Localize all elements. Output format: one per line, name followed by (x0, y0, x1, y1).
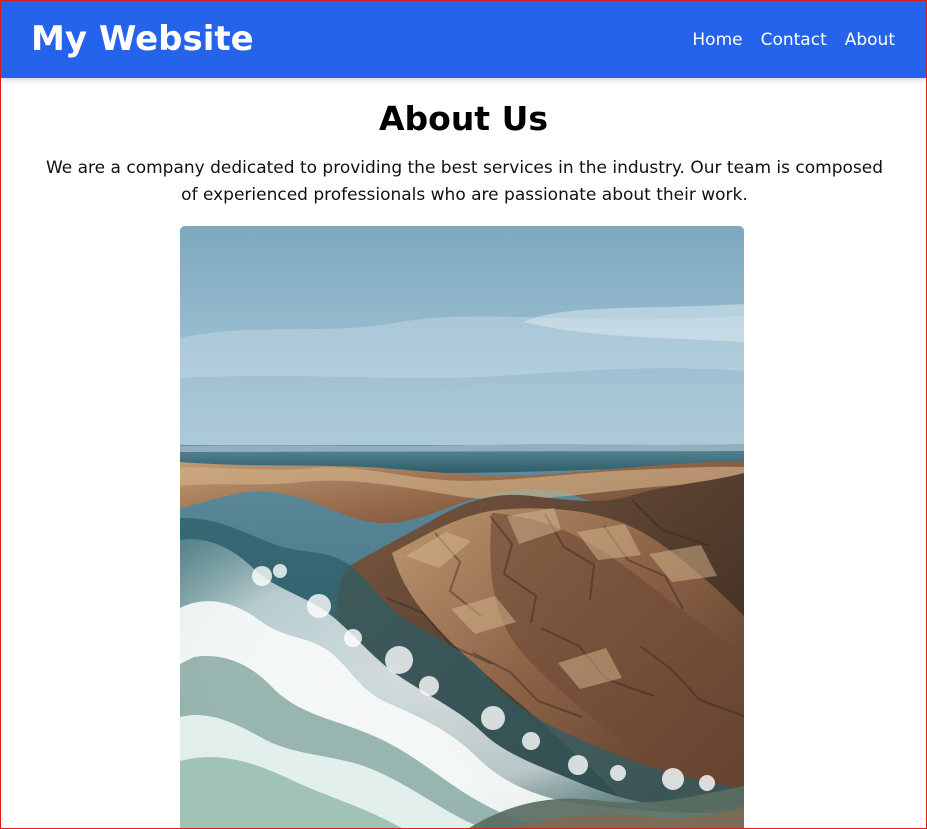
site-brand[interactable]: My Website (31, 19, 254, 59)
about-description: We are a company dedicated to providing … (45, 158, 884, 205)
nav-contact-link[interactable]: Contact (761, 28, 827, 52)
nav-about-link[interactable]: About (845, 28, 895, 52)
page-title: About Us (378, 99, 549, 138)
site-header: My Website Home Contact About (1, 1, 926, 78)
main-nav: Home Contact About (692, 28, 895, 52)
coastal-cliffs-illustration (180, 226, 744, 828)
coastal-cliffs-image (180, 226, 744, 828)
about-content: About Us We are a company dedicated to p… (1, 78, 926, 828)
page-frame: My Website Home Contact About About Us W… (0, 0, 927, 829)
nav-home-link[interactable]: Home (692, 28, 742, 52)
